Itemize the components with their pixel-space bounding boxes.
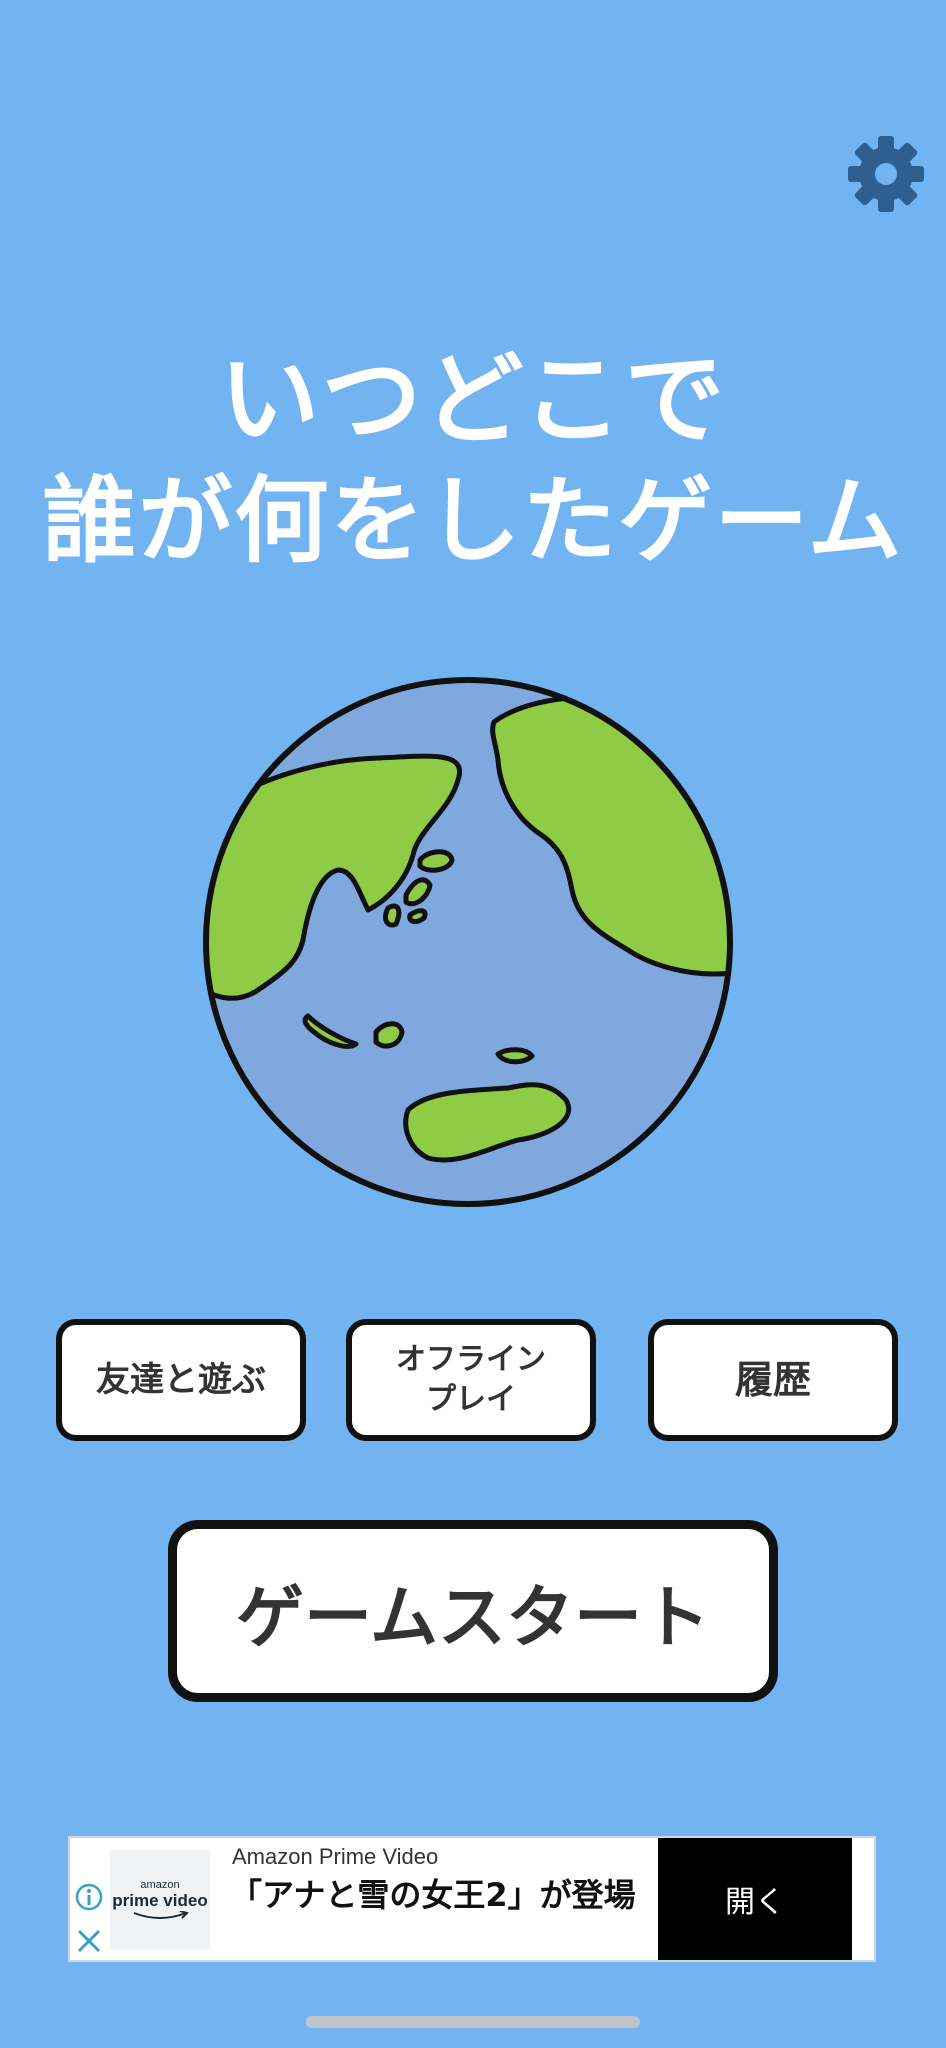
app-title-line2: 誰が何をしたゲーム — [42, 467, 904, 576]
smile-arrow-icon — [133, 1911, 189, 1919]
offline-play-label-line2: プレイ — [426, 1382, 516, 1417]
offline-play-button[interactable]: オフライン プレイ — [346, 1319, 596, 1441]
info-icon[interactable] — [74, 1882, 104, 1912]
game-start-button[interactable]: ゲームスタート — [168, 1520, 778, 1702]
offline-play-label-line1: オフライン — [396, 1342, 546, 1377]
home-indicator[interactable] — [306, 2016, 640, 2028]
ad-sponsor: Amazon Prime Video — [232, 1844, 439, 1869]
close-icon[interactable] — [74, 1926, 104, 1956]
earth-globe-illustration — [203, 677, 733, 1207]
play-with-friends-label: 友達と遊ぶ — [96, 1360, 266, 1400]
app-title: いつどこで 誰が何をしたゲーム — [0, 344, 946, 578]
history-label: 履歴 — [734, 1358, 811, 1402]
ad-logo-amazon: amazon — [140, 1879, 180, 1891]
ad-open-button[interactable]: 開く — [658, 1838, 852, 1960]
play-with-friends-button[interactable]: 友達と遊ぶ — [56, 1319, 306, 1441]
prime-video-logo: amazon prime video — [110, 1850, 210, 1950]
history-button[interactable]: 履歴 — [648, 1319, 898, 1441]
game-start-label: ゲームスタート — [236, 1578, 710, 1658]
ad-logo-prime-video: prime video — [112, 1891, 208, 1910]
ad-headline: 「アナと雪の女王2」が登場 — [230, 1876, 636, 1914]
app-title-line1: いつどこで — [219, 341, 727, 458]
gear-icon[interactable] — [846, 134, 926, 214]
offline-play-label: オフライン プレイ — [396, 1340, 546, 1420]
ad-banner[interactable]: amazon prime video Amazon Prime Video 「ア… — [68, 1836, 876, 1962]
